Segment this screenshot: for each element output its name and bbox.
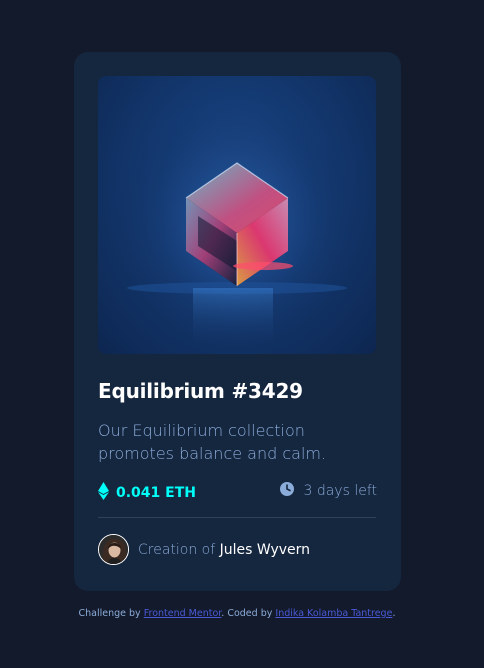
equilibrium-cube-image	[98, 76, 376, 354]
frontend-mentor-link[interactable]: Frontend Mentor	[144, 608, 222, 619]
ethereum-icon	[98, 482, 109, 504]
attribution: Challenge by Frontend Mentor. Coded by I…	[0, 608, 474, 619]
time-left-block: 3 days left	[280, 482, 377, 500]
divider	[98, 517, 376, 518]
price-block: 0.041 ETH	[98, 482, 196, 504]
attribution-challenge-prefix: Challenge by	[78, 608, 141, 619]
attribution-coded-prefix: . Coded by	[221, 608, 273, 619]
avatar	[98, 534, 129, 565]
creator-row: Creation of Jules Wyvern	[98, 534, 310, 565]
nft-description: Our Equilibrium collection promotes bala…	[98, 421, 327, 463]
author-link[interactable]: Indika Kolamba Tantrege	[275, 608, 392, 619]
attribution-suffix: .	[392, 608, 396, 619]
nft-image[interactable]	[98, 76, 376, 354]
nft-title[interactable]: Equilibrium #3429	[98, 379, 303, 403]
price-value: 0.041 ETH	[116, 485, 196, 501]
time-left-value: 3 days left	[303, 483, 377, 499]
nft-preview-card: Equilibrium #3429 Our Equilibrium collec…	[74, 52, 401, 591]
clock-icon	[280, 482, 295, 500]
creator-name[interactable]: Jules Wyvern	[220, 542, 310, 558]
creator-prefix: Creation of	[138, 541, 216, 558]
